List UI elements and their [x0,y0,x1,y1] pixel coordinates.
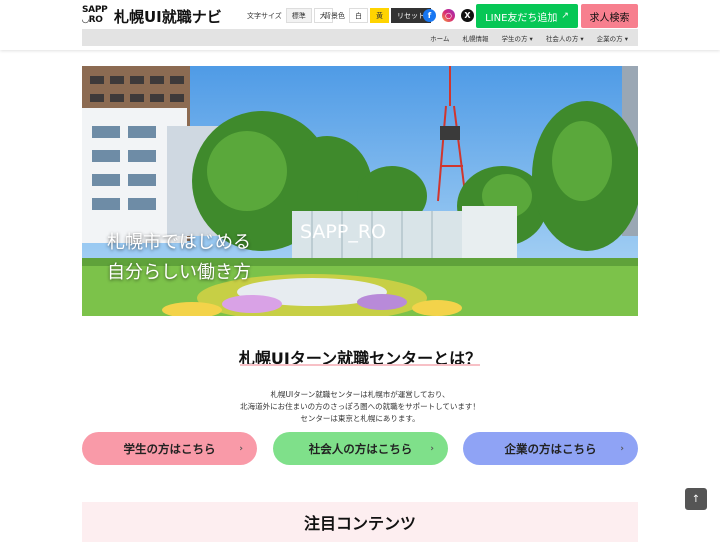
global-nav: ホーム 札幌情報 学生の方 ▾ 社会人の方 ▾ 企業の方 ▾ [82,29,638,46]
font-size-label: 文字サイズ [247,11,282,20]
about-desc-line-1: 札幌UIターン就職センターは札幌市が運営しており、 [270,390,450,399]
instagram-icon[interactable]: ○ [442,9,455,22]
bg-color-label: 背景色 [324,11,345,20]
nav-item-home[interactable]: ホーム [430,33,449,43]
bg-white-button[interactable]: 白 [349,8,368,23]
worker-cta-button[interactable]: 社会人の方はこちら › [273,432,448,465]
font-size-controls: 文字サイズ 標準 大 [247,8,335,23]
nav-item-workers[interactable]: 社会人の方 ▾ [546,33,584,43]
sapporo-sign: SAPP_RO [300,221,386,243]
nav-item-sapporo-info[interactable]: 札幌情報 [462,33,488,43]
facebook-icon[interactable]: f [423,9,436,22]
chevron-right-icon: › [430,443,434,454]
sapporo-logo-mark: SAPP ◡RO [82,5,108,25]
chevron-right-icon: › [620,443,624,454]
about-desc-line-3: センターは東京と札幌にあります。 [300,414,420,423]
line-button-label: LINE友だち追加 [485,12,558,24]
company-cta-label: 企業の方はこちら [504,441,597,456]
chevron-right-icon: › [239,443,243,454]
x-twitter-icon[interactable]: X [461,9,474,22]
nav-item-students[interactable]: 学生の方 ▾ [501,33,532,43]
back-to-top-button[interactable]: ↑ [685,488,707,510]
arrow-up-icon: ↑ [691,493,701,505]
font-size-standard-button[interactable]: 標準 [285,8,312,23]
job-search-button[interactable]: 求人検索 [581,4,638,28]
hero-line-1: 札幌市ではじめる [107,232,251,253]
company-cta-button[interactable]: 企業の方はこちら › [463,432,638,465]
bg-color-controls: 背景色 白 黄 リセット [324,8,433,23]
about-desc-line-2: 北海道外にお住まいの方のさっぽろ圏への就職をサポートしています！ [240,402,480,411]
site-title: 札幌UI就職ナビ [114,7,222,26]
bg-yellow-button[interactable]: 黄 [370,8,389,23]
hero-line-2: 自分らしい働き方 [107,262,251,283]
hero-catchcopy: 札幌市ではじめる 自分らしい働き方 [107,228,251,288]
featured-heading: 注目コンテンツ [303,514,416,533]
student-cta-label: 学生の方はこちら [123,441,216,456]
site-header: SAPP ◡RO 札幌UI就職ナビ 文字サイズ 標準 大 背景色 白 黄 リセット… [0,0,720,50]
worker-cta-label: 社会人の方はこちら [308,441,413,456]
external-link-icon: ↗ [561,11,569,21]
hero-image: SAPP_RO 札幌市ではじめる 自分らしい働き方 [82,66,638,316]
about-description: 札幌UIターン就職センターは札幌市が運営しており、 北海道外にお住まいの方のさっ… [0,389,720,425]
line-add-friend-button[interactable]: LINE友だち追加 ↗ [476,4,578,28]
about-heading-underline [240,364,480,366]
student-cta-button[interactable]: 学生の方はこちら › [82,432,257,465]
nav-item-companies[interactable]: 企業の方 ▾ [597,33,628,43]
site-logo[interactable]: SAPP ◡RO 札幌UI就職ナビ [82,5,222,27]
